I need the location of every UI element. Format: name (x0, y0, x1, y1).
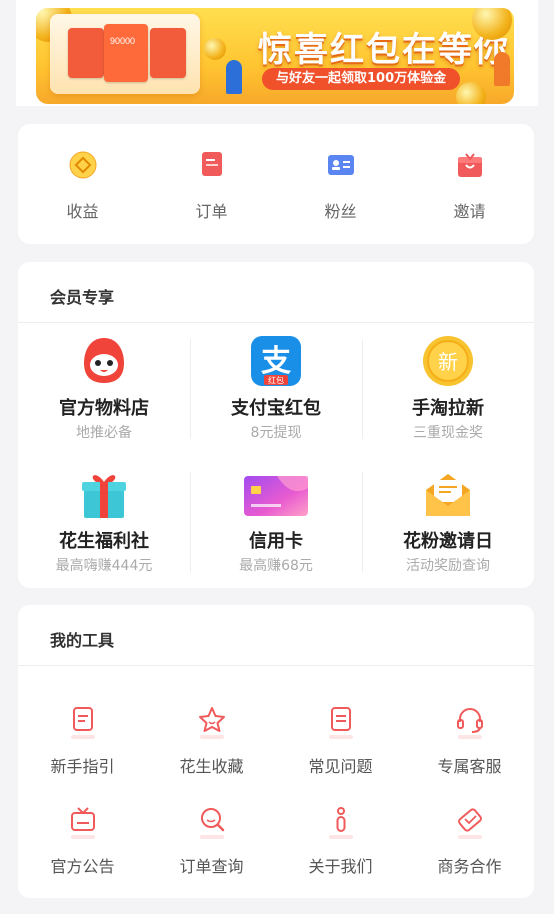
faq-icon (326, 705, 356, 739)
quick-action-label: 订单 (195, 202, 228, 221)
alipay-icon-glyph: 支 (261, 344, 291, 379)
red-packet-right (150, 28, 186, 78)
tool-business-cooperation[interactable]: 商务合作 (405, 805, 534, 905)
tool-label: 官方公告 (50, 857, 115, 876)
tool-beginner-guide[interactable]: 新手指引 (18, 705, 147, 805)
member-item-welfare-club[interactable]: 花生福利社 最高嗨赚444元 (18, 456, 190, 589)
headset-icon (455, 705, 485, 739)
red-packet-amount: 90000 (110, 36, 136, 46)
order-icon (197, 150, 227, 180)
credit-card-icon (243, 468, 309, 520)
alipay-icon: 支红包 (250, 335, 302, 387)
member-item-sub: 地推必备 (76, 425, 132, 441)
member-item-name: 官方物料店 (59, 398, 149, 419)
search-order-icon (197, 805, 227, 839)
member-item-sub: 活动奖励查询 (406, 558, 490, 574)
red-packet-middle (104, 24, 148, 82)
tool-order-search[interactable]: 订单查询 (147, 805, 276, 905)
gold-coin-icon (456, 82, 486, 104)
quick-action-label: 收益 (66, 202, 99, 221)
fans-icon (326, 150, 356, 180)
invite-icon (455, 150, 485, 180)
quick-action-invite[interactable]: 邀请 (405, 124, 534, 244)
new-badge-glyph: 新 (438, 350, 458, 374)
info-icon (326, 805, 356, 839)
tool-label: 花生收藏 (179, 757, 244, 776)
quick-actions-card: 收益 订单 粉丝 邀请 (18, 124, 534, 244)
member-item-material-store[interactable]: 官方物料店 地推必备 (18, 323, 190, 456)
banner-subline: 与好友一起领取100万体验金 (262, 68, 461, 90)
member-item-credit-card[interactable]: 信用卡 最高赚68元 (190, 456, 362, 589)
divider (18, 665, 534, 666)
favorite-star-icon (197, 705, 227, 739)
member-item-sub: 8元提现 (250, 425, 302, 441)
red-packet-left (68, 28, 104, 78)
tool-label: 新手指引 (50, 757, 115, 776)
member-exclusive-card: 会员专享 官方物料店 地推必备 支红包 支付宝红包 8元提现 新 手淘拉新 三重… (18, 262, 534, 588)
tool-favorites[interactable]: 花生收藏 (147, 705, 276, 805)
tv-announcement-icon (68, 805, 98, 839)
red-packet-card-image: 90000 (50, 14, 200, 94)
new-badge-icon: 新 (422, 335, 474, 387)
member-item-alipay-redpacket[interactable]: 支红包 支付宝红包 8元提现 (190, 323, 362, 456)
tool-label: 关于我们 (308, 857, 373, 876)
member-item-sub: 三重现金奖 (413, 425, 483, 441)
tool-label: 订单查询 (179, 857, 244, 876)
member-item-invite-day[interactable]: 花粉邀请日 活动奖励查询 (362, 456, 534, 589)
quick-action-order[interactable]: 订单 (147, 124, 276, 244)
tool-about-us[interactable]: 关于我们 (276, 805, 405, 905)
tool-label: 常见问题 (308, 757, 373, 776)
banner-container: 90000 惊喜红包在等你 与好友一起领取100万体验金 (16, 0, 538, 106)
quick-action-label: 粉丝 (324, 202, 357, 221)
member-item-sub: 最高赚68元 (239, 558, 313, 574)
tool-customer-service[interactable]: 专属客服 (405, 705, 534, 805)
banner-headline: 惊喜红包在等你 (258, 30, 510, 70)
member-item-name: 花生福利社 (59, 531, 149, 552)
tool-label: 商务合作 (437, 857, 502, 876)
quick-action-fans[interactable]: 粉丝 (276, 124, 405, 244)
member-item-name: 支付宝红包 (231, 398, 321, 419)
member-item-taobao-new[interactable]: 新 手淘拉新 三重现金奖 (362, 323, 534, 456)
gold-coin-icon (204, 38, 226, 60)
quick-action-label: 邀请 (453, 202, 486, 221)
tool-faq[interactable]: 常见问题 (276, 705, 405, 805)
section-title: 会员专享 (50, 288, 115, 307)
mascot-icon (78, 335, 130, 387)
earnings-icon (68, 150, 98, 180)
handshake-icon (455, 805, 485, 839)
member-item-name: 手淘拉新 (412, 398, 484, 419)
envelope-icon (422, 468, 474, 520)
guide-icon (68, 705, 98, 739)
red-packet-badge: 红包 (268, 375, 284, 385)
my-tools-card: 我的工具 新手指引 花生收藏 常见问题 专属客服 官方公告 订单查询 关于我们 … (18, 605, 534, 898)
promo-banner[interactable]: 90000 惊喜红包在等你 与好友一起领取100万体验金 (36, 8, 514, 104)
person-illustration (494, 52, 510, 86)
member-item-sub: 最高嗨赚444元 (55, 558, 153, 574)
tool-announcement[interactable]: 官方公告 (18, 805, 147, 905)
member-item-name: 信用卡 (249, 531, 303, 552)
person-illustration (226, 60, 242, 94)
gift-icon (78, 468, 130, 520)
quick-action-earnings[interactable]: 收益 (18, 124, 147, 244)
section-title: 我的工具 (50, 631, 115, 650)
member-item-name: 花粉邀请日 (403, 531, 493, 552)
tool-label: 专属客服 (437, 757, 502, 776)
